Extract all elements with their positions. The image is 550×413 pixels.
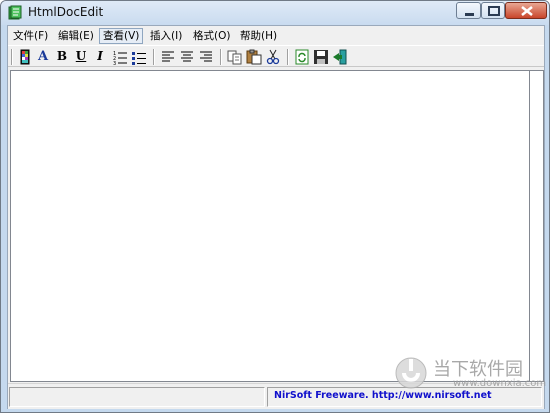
numbered-list-icon[interactable]: 1 2 3 [112, 49, 128, 65]
bold-icon[interactable]: B [54, 48, 70, 65]
editor-textarea[interactable] [10, 70, 530, 382]
maximize-button[interactable] [481, 2, 505, 19]
close-button[interactable] [505, 2, 547, 19]
watermark-logo-icon [395, 357, 427, 389]
italic-icon[interactable]: I [92, 48, 108, 65]
menu-insert[interactable]: 插入(I) [147, 28, 185, 44]
window-title: HtmlDocEdit [28, 5, 104, 19]
app-icon [8, 5, 22, 20]
menu-edit[interactable]: 编辑(E) [55, 28, 97, 44]
align-right-icon[interactable] [198, 49, 214, 65]
bullet-list-icon[interactable] [131, 49, 147, 65]
copy-icon[interactable] [227, 49, 243, 65]
maximize-icon [488, 6, 500, 16]
vertical-scrollbar[interactable] [530, 70, 544, 382]
title-bar[interactable]: HtmlDocEdit [1, 1, 549, 25]
menu-help[interactable]: 帮助(H) [237, 28, 280, 44]
paste-icon[interactable] [246, 49, 262, 65]
menu-format[interactable]: 格式(O) [190, 28, 233, 44]
cut-icon[interactable] [265, 49, 281, 65]
close-icon [521, 6, 533, 16]
svg-text:3: 3 [113, 61, 116, 65]
toolbar-separator [287, 49, 289, 65]
refresh-icon[interactable] [294, 49, 310, 65]
menu-file[interactable]: 文件(F) [10, 28, 51, 44]
menu-bar: 文件(F) 编辑(E) 查看(V) 插入(I) 格式(O) 帮助(H) [8, 27, 544, 45]
app-window: HtmlDocEdit 文件(F) 编辑(E) 查看(V) 插入(I) 格式(O… [0, 0, 550, 413]
menu-view[interactable]: 查看(V) [99, 28, 144, 44]
watermark: 当下软件园 www.downxia.com [393, 351, 547, 396]
save-icon[interactable] [313, 49, 329, 65]
toolbar-separator [11, 49, 13, 65]
exit-icon[interactable] [332, 49, 348, 65]
align-center-icon[interactable] [179, 49, 195, 65]
toolbar-separator [153, 49, 155, 65]
minimize-button[interactable] [456, 2, 481, 19]
watermark-url: www.downxia.com [453, 378, 547, 389]
underline-icon[interactable]: U [73, 48, 89, 65]
toolbar: A B U I 1 2 3 [8, 45, 544, 67]
font-icon[interactable]: A [35, 48, 51, 65]
minimize-icon [465, 13, 474, 16]
toolbar-separator [220, 49, 222, 65]
status-panel-left [9, 387, 265, 407]
align-left-icon[interactable] [160, 49, 176, 65]
color-palette-icon[interactable] [17, 49, 33, 65]
